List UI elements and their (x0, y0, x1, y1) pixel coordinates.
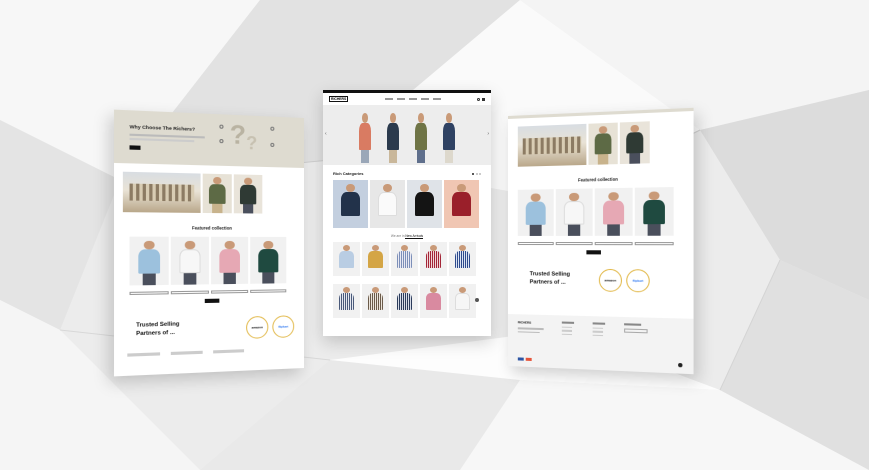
product-image[interactable] (129, 236, 169, 286)
service-item (213, 349, 245, 354)
add-to-cart-button[interactable] (170, 290, 209, 295)
nav-item[interactable] (396, 98, 405, 100)
product-image[interactable] (420, 284, 447, 318)
question-mark-icon: ? (246, 132, 258, 154)
add-to-cart-button[interactable] (634, 242, 674, 246)
nav-item[interactable] (408, 98, 417, 100)
footer-link[interactable] (561, 326, 573, 328)
product-image[interactable] (333, 284, 360, 318)
chevron-right-icon[interactable]: › (487, 131, 489, 137)
footer-brand-logo[interactable]: RICHERS (518, 320, 544, 325)
product-image[interactable] (449, 284, 476, 318)
lifestyle-photo (122, 171, 201, 213)
whatsapp-icon[interactable] (678, 362, 683, 368)
whatsapp-icon[interactable] (475, 298, 479, 302)
product-image[interactable] (619, 121, 650, 165)
add-to-cart-button[interactable] (250, 289, 287, 293)
service-item (170, 350, 203, 356)
product-image[interactable] (588, 122, 618, 165)
footer-column-heading (592, 322, 606, 325)
footer-column-heading (561, 321, 575, 324)
left-page-mockup: Why Choose The Richers? ? ? Featured col… (113, 109, 304, 377)
product-image[interactable] (211, 236, 249, 285)
product-image[interactable] (420, 242, 447, 276)
question-mark-icon: ? (229, 118, 246, 151)
feature-dot (270, 126, 275, 131)
lifestyle-photo (517, 123, 587, 167)
feature-dot (270, 142, 275, 148)
chevron-left-icon[interactable]: ‹ (325, 131, 327, 137)
service-item (127, 352, 161, 357)
hero-banner: ‹ › (323, 105, 491, 165)
footer-text-line (517, 327, 544, 330)
footer-text-line (517, 330, 540, 334)
nav-item[interactable] (420, 98, 429, 100)
footer-link[interactable] (561, 333, 573, 336)
flipkart-logo: flipkart (272, 315, 295, 339)
trusted-partners-line2: Partners of ... (529, 279, 566, 286)
product-image[interactable] (634, 187, 674, 236)
new-arrivals-link[interactable]: New Arrivals (405, 234, 424, 239)
add-to-cart-button[interactable] (555, 242, 593, 246)
amazon-logo: amazon (246, 315, 269, 339)
text-line (129, 137, 195, 143)
amazon-logo: amazon (598, 268, 622, 292)
category-card[interactable] (444, 180, 479, 228)
add-to-cart-button[interactable] (594, 242, 633, 246)
footer-link[interactable] (592, 330, 604, 333)
add-to-cart-button[interactable] (517, 242, 554, 246)
why-choose-section: Why Choose The Richers? ? ? (113, 109, 304, 168)
search-icon[interactable] (477, 97, 480, 101)
product-image[interactable] (250, 236, 287, 284)
feature-dot (219, 124, 224, 129)
product-image[interactable] (333, 242, 360, 276)
footer-link[interactable] (592, 327, 604, 329)
carousel-dots[interactable] (472, 172, 481, 175)
product-image[interactable] (517, 189, 554, 236)
add-to-cart-button[interactable] (129, 291, 169, 296)
nav-item[interactable] (432, 98, 441, 100)
product-image[interactable] (449, 242, 476, 276)
we-are-in-label: We are in (390, 234, 405, 238)
product-image[interactable] (391, 284, 418, 318)
product-image[interactable] (233, 174, 263, 214)
product-image[interactable] (362, 242, 389, 276)
footer-link[interactable] (592, 334, 604, 337)
site-footer: RICHERS (508, 314, 694, 375)
shop-now-button[interactable] (129, 145, 141, 150)
rich-categories-title: Rich Categories (333, 171, 364, 176)
category-card[interactable] (370, 180, 405, 228)
product-image[interactable] (391, 242, 418, 276)
nav-item[interactable] (384, 98, 393, 100)
category-card[interactable] (333, 180, 368, 228)
center-page-mockup: RICHERS ‹ › Rich Categories We are in Ne… (323, 90, 491, 336)
right-page-mockup: Featured collection Trusted Selling Part… (508, 107, 694, 375)
brand-logo[interactable]: RICHERS (329, 96, 349, 102)
add-to-cart-button[interactable] (211, 289, 249, 294)
feature-dot (219, 138, 224, 144)
product-image[interactable] (202, 173, 232, 214)
product-image[interactable] (362, 284, 389, 318)
payment-icon (525, 357, 532, 361)
product-image[interactable] (594, 187, 633, 236)
newsletter-input[interactable] (624, 327, 648, 333)
footer-link[interactable] (561, 329, 573, 332)
cart-icon[interactable] (482, 97, 485, 101)
footer-column-heading (624, 323, 642, 326)
product-image[interactable] (170, 236, 209, 285)
flipkart-logo: flipkart (626, 269, 650, 293)
category-card[interactable] (407, 180, 442, 228)
payment-icon (517, 356, 524, 361)
product-image[interactable] (555, 188, 593, 236)
